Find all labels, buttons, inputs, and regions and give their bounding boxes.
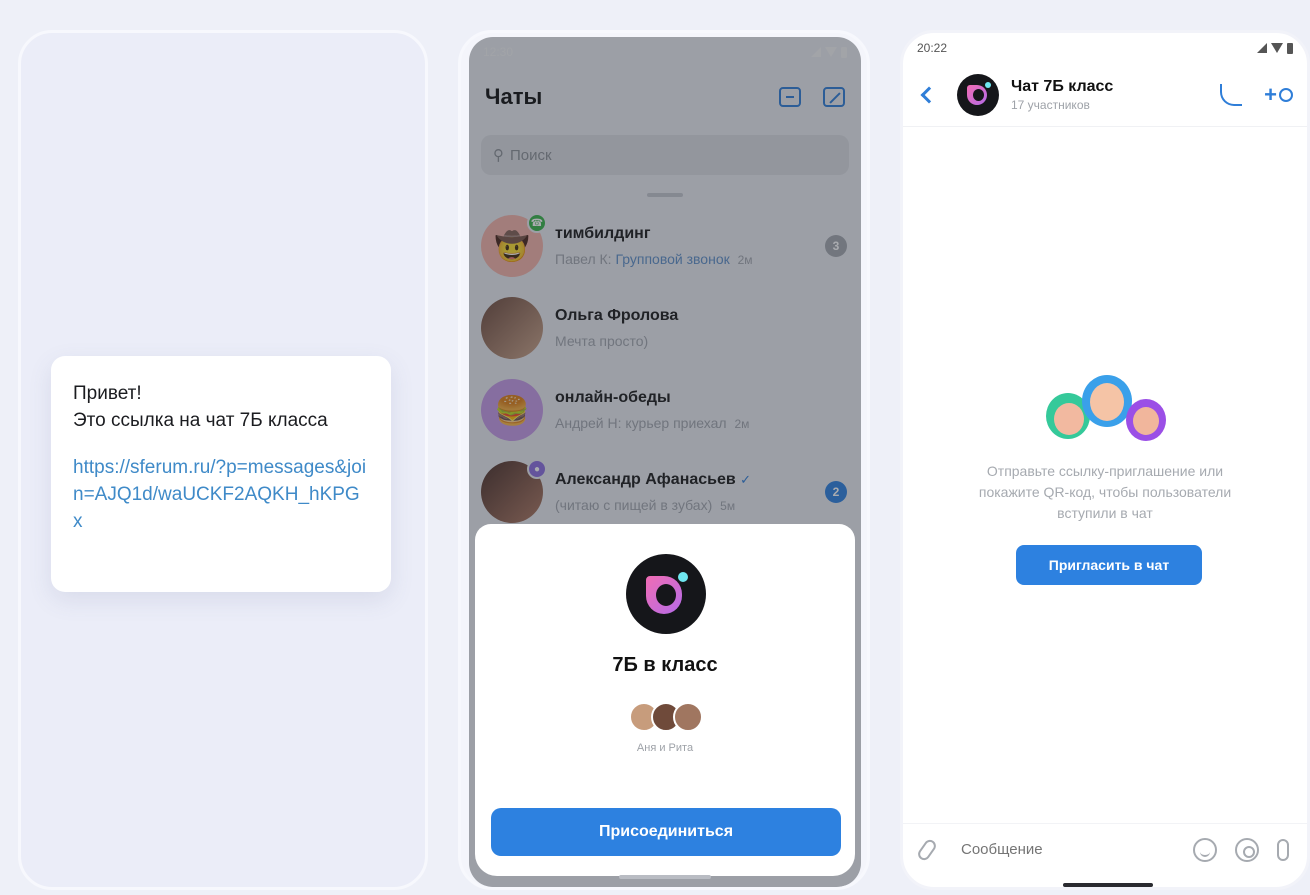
members-caption: Аня и Рита <box>636 742 694 754</box>
add-user-icon[interactable]: + <box>1264 82 1293 108</box>
attach-icon[interactable] <box>915 837 939 862</box>
video-message-icon[interactable] <box>1235 837 1259 862</box>
signal-icon <box>1257 43 1267 53</box>
home-indicator <box>619 875 711 879</box>
empty-state-text: Отправьте ссылку-приглашение или покажит… <box>978 463 1232 521</box>
chat-panel: 20:22 Чат 7Б класс 17 участников + Отпра… <box>900 30 1310 890</box>
sheet-chat-title: 7Б в класс <box>612 654 718 676</box>
status-time: 20:22 <box>917 41 948 55</box>
message-input[interactable] <box>961 841 1193 858</box>
avatar <box>673 702 703 732</box>
member-avatars <box>629 702 703 732</box>
back-icon[interactable] <box>920 86 938 103</box>
message-bubble: Привет! Это ссылка на чат 7Б класса http… <box>51 356 391 592</box>
message-text: Привет! Это ссылка на чат 7Б класса <box>73 383 328 431</box>
microphone-icon[interactable] <box>1277 838 1289 861</box>
phone-call-icon[interactable] <box>1220 83 1243 106</box>
wifi-icon <box>1271 43 1283 53</box>
status-bar: 20:22 <box>903 33 1307 63</box>
join-sheet: 7Б в класс Аня и Рита Присоединиться <box>475 524 855 876</box>
sferum-logo-icon <box>626 554 706 634</box>
chat-avatar-icon[interactable] <box>957 73 999 116</box>
people-illustration-icon <box>1046 373 1170 453</box>
chat-header: Чат 7Б класс 17 участников + <box>903 63 1307 127</box>
phone-screen: 12:30 Чаты ⚲ Поиск 🤠 ☎ тимбилдинг Павел … <box>469 37 861 887</box>
battery-icon <box>1287 42 1293 54</box>
chat-subtitle: 17 участников <box>1011 97 1090 112</box>
message-panel: Привет! Это ссылка на чат 7Б класса http… <box>18 30 428 890</box>
emoji-icon[interactable] <box>1193 837 1217 862</box>
message-composer <box>903 823 1307 875</box>
invite-button[interactable]: Пригласить в чат <box>1016 545 1202 585</box>
invite-link[interactable]: https://sferum.ru/?p=messages&join=AJQ1d… <box>73 454 369 535</box>
join-button[interactable]: Присоединиться <box>491 808 841 856</box>
chat-title[interactable]: Чат 7Б класс <box>1011 78 1220 96</box>
home-indicator <box>1063 883 1153 887</box>
chats-panel: 12:30 Чаты ⚲ Поиск 🤠 ☎ тимбилдинг Павел … <box>458 30 870 890</box>
